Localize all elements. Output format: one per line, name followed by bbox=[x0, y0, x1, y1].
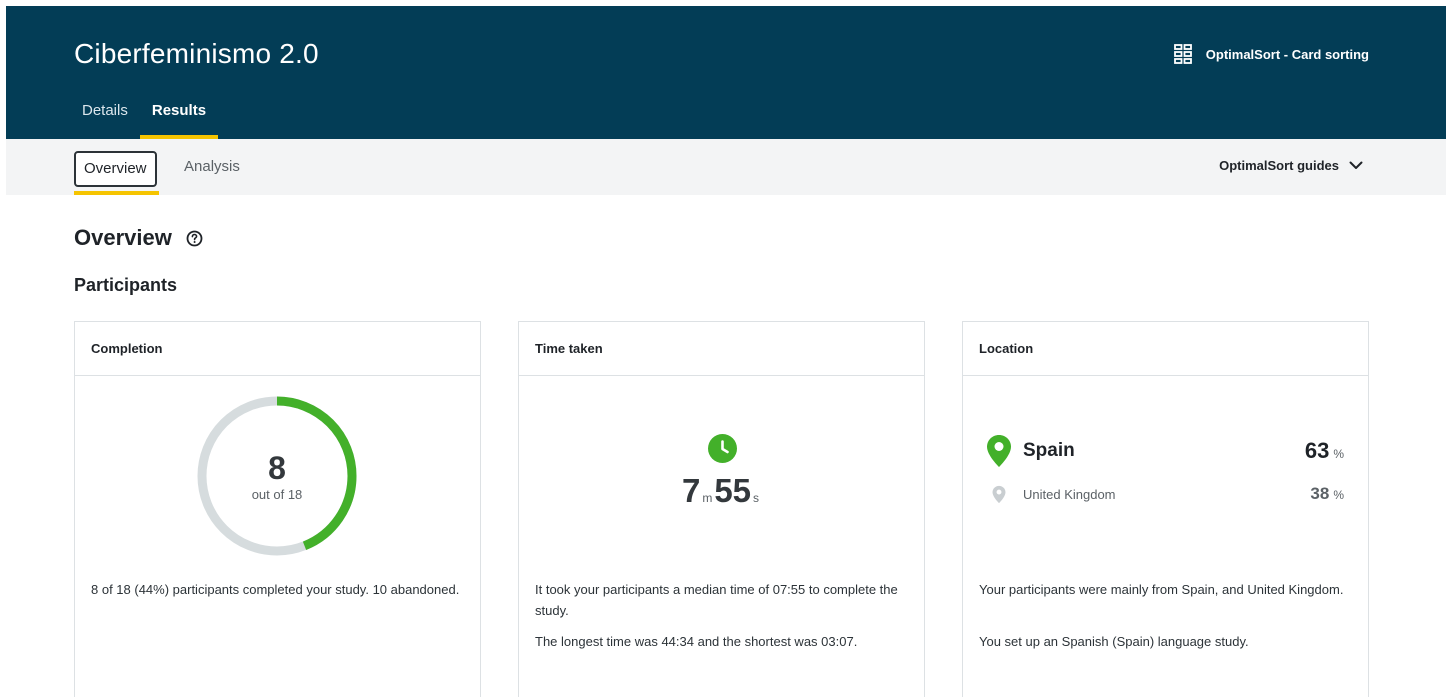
help-circle-icon[interactable] bbox=[186, 230, 203, 247]
map-pin-icon bbox=[985, 434, 1013, 468]
location-percent: 38% bbox=[1310, 484, 1344, 503]
time-card-title: Time taken bbox=[519, 322, 924, 376]
median-time: 7 m55 s bbox=[519, 472, 924, 510]
results-subnav: Overview Analysis OptimalSort guides bbox=[6, 139, 1446, 195]
clock-icon bbox=[708, 434, 737, 463]
time-description: It took your participants a median time … bbox=[535, 582, 898, 618]
page-title: Overview bbox=[74, 225, 203, 251]
language-description: You set up an Spanish (Spain) language s… bbox=[979, 634, 1249, 649]
app-header: Ciberfeminismo 2.0 OptimalSort - Card so… bbox=[6, 6, 1446, 139]
completion-card: Completion 8 out of 18 8 of 18 (44%) par… bbox=[74, 321, 481, 697]
total-count-label: out of 18 bbox=[251, 486, 303, 502]
guides-dropdown[interactable]: OptimalSort guides bbox=[1219, 158, 1363, 173]
tab-results[interactable]: Results bbox=[139, 96, 219, 139]
time-taken-card: Time taken 7 m55 s It took your participan… bbox=[518, 321, 925, 697]
study-title: Ciberfeminismo 2.0 bbox=[74, 38, 319, 69]
map-pin-icon bbox=[985, 485, 1013, 504]
location-country: Spain bbox=[1023, 440, 1075, 461]
page-title-text: Overview bbox=[74, 225, 172, 250]
completion-description: 8 of 18 (44%) participants completed you… bbox=[91, 582, 460, 597]
median-minutes: 7 bbox=[681, 472, 701, 509]
location-row: United Kingdom 38% bbox=[985, 484, 1344, 504]
main-tabs: Details Results bbox=[70, 96, 219, 139]
section-title-participants: Participants bbox=[74, 275, 178, 295]
subtab-analysis[interactable]: Analysis bbox=[184, 158, 240, 175]
study-type-label: OptimalSort - Card sorting bbox=[1173, 44, 1369, 64]
seconds-unit: s bbox=[753, 491, 760, 505]
location-percent: 63% bbox=[1304, 438, 1344, 463]
location-description: Your participants were mainly from Spain… bbox=[979, 582, 1344, 597]
completion-ring-center: 8 out of 18 bbox=[195, 394, 359, 558]
location-row: Spain 63% bbox=[985, 434, 1344, 468]
location-card: Location Spain 63% United Kingdom 38% Yo… bbox=[962, 321, 1369, 697]
chevron-down-icon bbox=[1349, 161, 1363, 169]
location-country: United Kingdom bbox=[1023, 486, 1116, 502]
study-type-text: OptimalSort - Card sorting bbox=[1205, 46, 1369, 62]
subtab-overview[interactable]: Overview bbox=[74, 151, 157, 187]
completed-count: 8 bbox=[268, 449, 286, 486]
location-card-title: Location bbox=[963, 322, 1368, 376]
minutes-unit: m bbox=[702, 491, 713, 505]
tab-details[interactable]: Details bbox=[70, 96, 140, 139]
completion-card-title: Completion bbox=[75, 322, 480, 376]
completion-ring: 8 out of 18 bbox=[195, 394, 359, 558]
active-subtab-indicator bbox=[74, 191, 159, 195]
card-grid-icon bbox=[1173, 44, 1192, 64]
time-range-description: The longest time was 44:34 and the short… bbox=[535, 634, 858, 649]
median-seconds: 55 bbox=[714, 472, 752, 509]
guides-label: OptimalSort guides bbox=[1219, 158, 1339, 173]
